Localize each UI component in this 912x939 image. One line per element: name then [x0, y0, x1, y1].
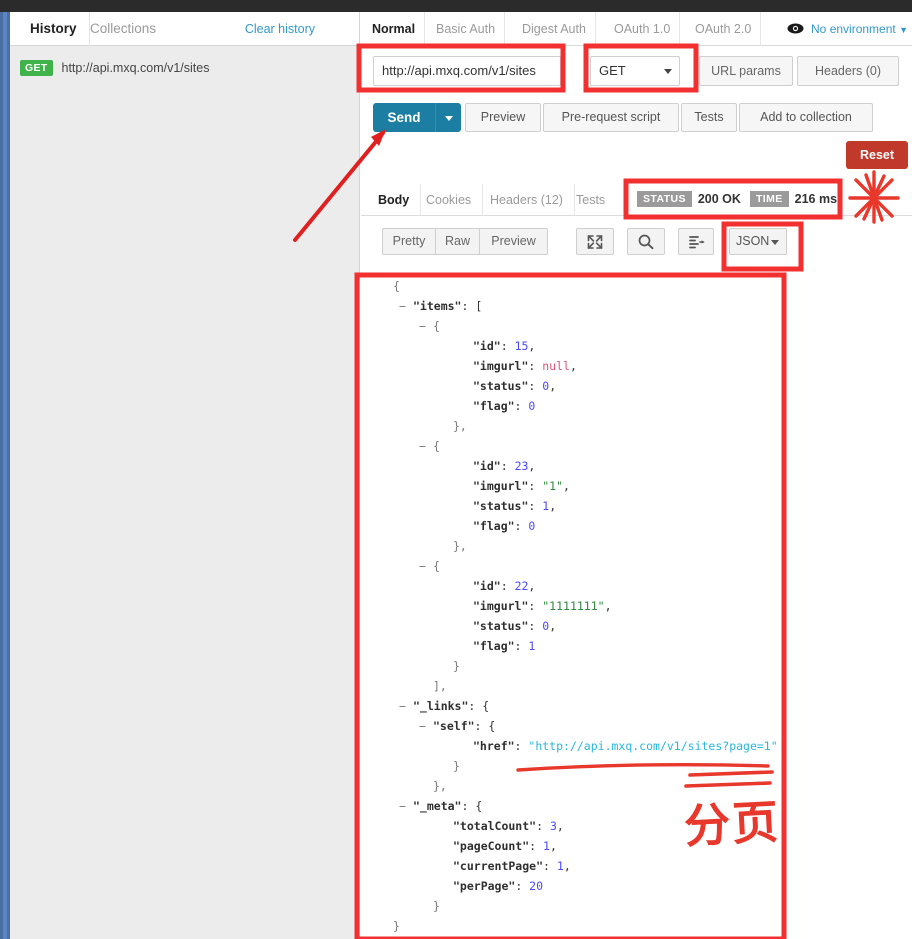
time-value: 216 ms	[794, 191, 838, 206]
tab-normal[interactable]: Normal	[363, 12, 426, 46]
http-method-value: GET	[599, 63, 626, 78]
tab-response-tests[interactable]: Tests	[565, 184, 616, 216]
send-options-button[interactable]	[435, 103, 461, 132]
response-body-json[interactable]: { − "items": [ −{ "id": 15, "imgurl": null, "s…	[361, 264, 912, 939]
window-edge-inner	[3, 0, 7, 939]
request-url-row: http://api.mxq.com/v1/sites GET URL para…	[361, 46, 912, 96]
json-line: "totalCount": 3,	[453, 819, 564, 833]
tab-digest-auth[interactable]: Digest Auth	[513, 12, 596, 46]
chevron-down-icon	[771, 240, 779, 245]
json-line: "id": 23,	[473, 459, 536, 473]
top-dark-bar	[10, 0, 912, 12]
wrap-lines-button[interactable]	[678, 228, 714, 255]
response-type-select[interactable]: JSON	[729, 228, 787, 255]
annotation-chinese-note: 分页	[682, 794, 782, 854]
clear-history-link[interactable]: Clear history	[245, 12, 315, 46]
tests-button[interactable]: Tests	[681, 103, 737, 132]
json-line: "href": "http://api.mxq.com/v1/sites?pag…	[473, 739, 778, 753]
response-format-bar: Pretty Raw Preview JSON	[361, 222, 912, 262]
json-line: }	[393, 919, 400, 933]
pre-request-script-button[interactable]: Pre-request script	[543, 103, 679, 132]
json-line: "status": 0,	[473, 379, 557, 393]
main-column: Normal Basic Auth Digest Auth OAuth 1.0 …	[361, 12, 912, 939]
tab-oauth-2[interactable]: OAuth 2.0	[686, 12, 762, 46]
status-badge: STATUS	[637, 190, 692, 207]
json-line: },	[453, 419, 467, 433]
add-to-collection-button[interactable]: Add to collection	[739, 103, 873, 132]
request-url-input[interactable]: http://api.mxq.com/v1/sites	[373, 56, 561, 86]
json-line: "status": 0,	[473, 619, 557, 633]
json-line: − "items": [	[399, 299, 483, 313]
environment-selector[interactable]: No environment ▼	[787, 12, 908, 46]
format-tab-preview[interactable]: Preview	[480, 228, 548, 255]
json-line: "imgurl": "1111111",	[473, 599, 612, 613]
tab-oauth-1[interactable]: OAuth 1.0	[605, 12, 681, 46]
json-line: }	[453, 759, 460, 773]
environment-label: No environment	[811, 22, 896, 36]
list-item[interactable]: GET http://api.mxq.com/v1/sites	[10, 59, 359, 81]
chevron-down-icon: ▼	[899, 25, 908, 35]
response-type-value: JSON	[736, 234, 770, 248]
json-line: }	[453, 659, 460, 673]
tab-headers[interactable]: Headers (12)	[479, 184, 575, 216]
json-line: − "self": {	[419, 719, 496, 733]
json-line: "status": 1,	[473, 499, 557, 513]
json-line: "flag": 0	[473, 399, 536, 413]
json-line: "flag": 0	[473, 519, 536, 533]
json-line: "currentPage": 1,	[453, 859, 571, 873]
eye-icon	[787, 13, 804, 47]
json-line: −{	[419, 559, 440, 573]
headers-button[interactable]: Headers (0)	[797, 56, 899, 86]
json-line: −{	[419, 319, 440, 333]
tab-body[interactable]: Body	[367, 184, 422, 216]
time-badge: TIME	[749, 190, 789, 207]
history-panel: History Collections Clear history GET htt…	[10, 12, 360, 939]
format-tab-pretty[interactable]: Pretty	[382, 228, 436, 255]
reset-button[interactable]: Reset	[846, 141, 908, 169]
preview-button[interactable]: Preview	[465, 103, 541, 132]
chevron-down-icon	[664, 69, 672, 74]
json-line: }	[433, 899, 440, 913]
tab-cookies[interactable]: Cookies	[415, 184, 484, 216]
history-list: GET http://api.mxq.com/v1/sites	[10, 46, 359, 81]
tab-basic-auth[interactable]: Basic Auth	[427, 12, 506, 46]
method-badge: GET	[20, 59, 53, 76]
json-line: "perPage": 20	[453, 879, 544, 893]
window-edge-strip	[0, 0, 10, 939]
response-tab-bar: Body Cookies Headers (12) Tests STATUS 20…	[361, 184, 912, 216]
search-button[interactable]	[627, 228, 665, 255]
chevron-down-icon	[445, 116, 453, 121]
json-line: −{	[419, 439, 440, 453]
auth-tab-bar: Normal Basic Auth Digest Auth OAuth 1.0 …	[361, 12, 912, 46]
json-line: − "_links": {	[399, 699, 490, 713]
json-line: {	[393, 279, 400, 293]
json-line: "flag": 1	[473, 639, 536, 653]
expand-button[interactable]	[576, 228, 614, 255]
url-params-button[interactable]: URL params	[699, 56, 793, 86]
send-button[interactable]: Send	[373, 103, 435, 132]
json-line: },	[453, 539, 467, 553]
app-root: History Collections Clear history GET htt…	[0, 0, 912, 939]
request-action-row: Send Preview Pre-request script Tests Ad…	[361, 100, 912, 169]
json-line: − "_meta": {	[399, 799, 483, 813]
json-line: ],	[433, 679, 447, 693]
wrap-lines-icon	[679, 233, 713, 251]
json-line: "pageCount": 1,	[453, 839, 557, 853]
search-icon	[628, 233, 664, 251]
expand-icon	[577, 233, 613, 251]
json-line: "imgurl": "1",	[473, 479, 570, 493]
history-panel-tabs: History Collections Clear history	[10, 12, 359, 46]
json-line: },	[433, 779, 447, 793]
http-method-select[interactable]: GET	[590, 56, 680, 86]
window-edge-dark	[0, 0, 10, 12]
history-item-url: http://api.mxq.com/v1/sites	[61, 60, 210, 75]
json-line: "id": 22,	[473, 579, 536, 593]
json-line: "id": 15,	[473, 339, 536, 353]
json-line: "imgurl": null,	[473, 359, 577, 373]
tab-collections[interactable]: Collections	[78, 12, 168, 46]
response-meta: STATUS 200 OK TIME 216 ms	[637, 190, 846, 210]
status-value: 200 OK	[697, 191, 741, 206]
format-tab-raw[interactable]: Raw	[436, 228, 480, 255]
